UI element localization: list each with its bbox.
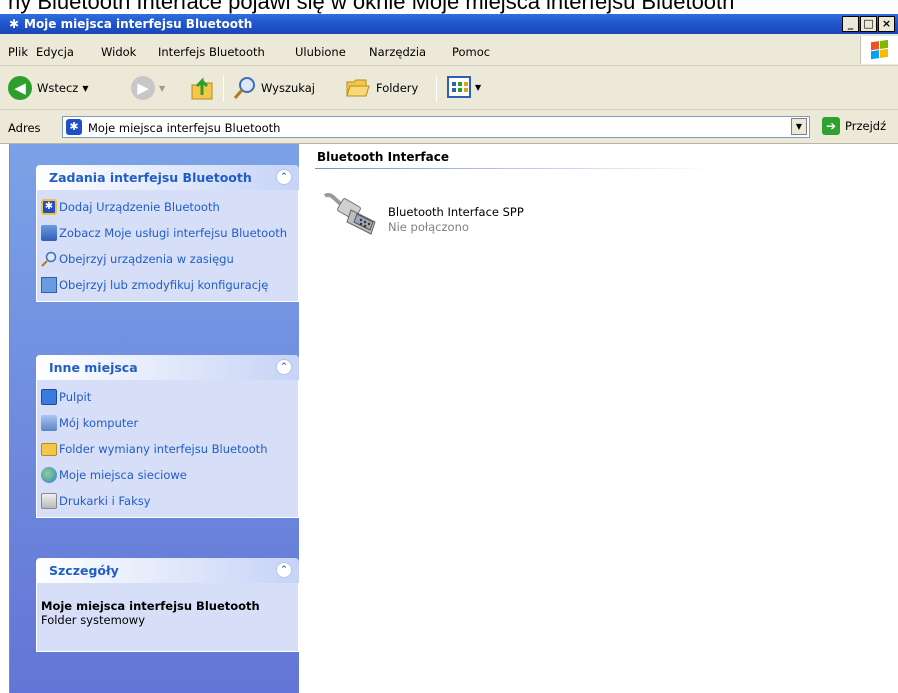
address-field[interactable]: ✱ Moje miejsca interfejsu Bluetooth bbox=[62, 116, 810, 138]
collapse-icon[interactable]: ⌃ bbox=[276, 562, 292, 578]
modify-configuration-link[interactable]: Obejrzyj lub zmodyfikuj konfigurację bbox=[41, 277, 298, 293]
menu-help[interactable]: Pomoc bbox=[452, 45, 490, 59]
task-pane: Zadania interfejsu Bluetooth ⌃ ✱ Dodaj U… bbox=[10, 144, 299, 693]
up-folder-icon bbox=[191, 77, 213, 100]
top-caption: ny Bluetooth Interface pojawi się w okni… bbox=[8, 0, 735, 14]
tasks-panel-header[interactable]: Zadania interfejsu Bluetooth ⌃ bbox=[36, 165, 299, 190]
other-places-body: Pulpit Mój komputer Folder wymiany inter… bbox=[36, 380, 299, 518]
tasks-panel: Zadania interfejsu Bluetooth ⌃ ✱ Dodaj U… bbox=[36, 165, 299, 302]
computer-icon bbox=[41, 415, 57, 431]
go-label: Przejdź bbox=[845, 119, 887, 133]
details-name: Moje miejsca interfejsu Bluetooth bbox=[41, 599, 260, 613]
menu-favorites[interactable]: Ulubione bbox=[295, 45, 346, 59]
close-button[interactable]: × bbox=[878, 16, 895, 32]
collapse-icon[interactable]: ⌃ bbox=[276, 359, 292, 375]
search-icon bbox=[41, 251, 57, 267]
serial-cable-icon bbox=[323, 193, 376, 235]
views-button[interactable]: ▼ bbox=[447, 76, 481, 98]
search-label: Wyszukaj bbox=[261, 81, 315, 95]
forward-button[interactable]: ▶ ▼ bbox=[131, 76, 165, 100]
address-label: Adres bbox=[8, 121, 41, 135]
up-folder-button[interactable] bbox=[190, 75, 214, 101]
bluetooth-icon: ✱ bbox=[9, 17, 20, 31]
add-device-link[interactable]: ✱ Dodaj Urządzenie Bluetooth bbox=[41, 199, 298, 215]
address-bar: Adres ✱ Moje miejsca interfejsu Bluetoot… bbox=[0, 110, 898, 144]
top-caption-strip: ny Bluetooth Interface pojawi się w okni… bbox=[0, 0, 898, 14]
network-globe-icon bbox=[41, 467, 57, 483]
details-body: Moje miejsca interfejsu Bluetooth Folder… bbox=[36, 583, 299, 652]
menu-file[interactable]: Plik bbox=[8, 45, 28, 59]
windows-logo bbox=[860, 36, 898, 64]
search-button[interactable]: Wyszukaj bbox=[233, 76, 315, 100]
computer-services-icon bbox=[41, 225, 57, 241]
devices-in-range-link[interactable]: Obejrzyj urządzenia w zasięgu bbox=[41, 251, 298, 267]
other-places-panel: Inne miejsca ⌃ Pulpit Mój komputer Folde… bbox=[36, 355, 299, 518]
details-panel: Szczegóły ⌃ Moje miejsca interfejsu Blue… bbox=[36, 558, 299, 652]
folder-icon bbox=[41, 443, 57, 456]
search-icon bbox=[233, 77, 255, 99]
standard-toolbar: ◀ Wstecz ▼ ▶ ▼ Wyszukaj Foldery ▼ bbox=[0, 66, 898, 110]
back-arrow-icon: ◀ bbox=[8, 76, 32, 100]
group-divider bbox=[315, 168, 715, 169]
details-type: Folder systemowy bbox=[41, 613, 146, 627]
menu-bluetooth[interactable]: Interfejs Bluetooth bbox=[158, 45, 265, 59]
folders-icon bbox=[346, 79, 370, 97]
configuration-icon bbox=[41, 277, 57, 293]
device-name: Bluetooth Interface SPP bbox=[388, 205, 524, 219]
tasks-panel-title: Zadania interfejsu Bluetooth bbox=[49, 170, 252, 185]
forward-arrow-icon: ▶ bbox=[131, 76, 155, 100]
views-icon bbox=[447, 76, 471, 98]
chevron-down-icon: ▼ bbox=[82, 83, 89, 93]
windows-flag-icon bbox=[871, 39, 889, 61]
printers-faxes-link[interactable]: Drukarki i Faksy bbox=[41, 493, 298, 509]
network-places-link[interactable]: Moje miejsca sieciowe bbox=[41, 467, 298, 483]
window-left-edge bbox=[0, 144, 10, 693]
bluetooth-add-icon: ✱ bbox=[41, 199, 57, 215]
minimize-button[interactable]: _ bbox=[842, 16, 859, 32]
printer-icon bbox=[41, 493, 57, 509]
address-dropdown-button[interactable]: ▼ bbox=[791, 118, 807, 135]
back-label: Wstecz bbox=[37, 81, 79, 95]
desktop-icon bbox=[41, 389, 57, 405]
my-services-link[interactable]: Zobacz Moje usługi interfejsu Bluetooth bbox=[41, 225, 298, 241]
other-places-header[interactable]: Inne miejsca ⌃ bbox=[36, 355, 299, 380]
menu-tools[interactable]: Narzędzia bbox=[369, 45, 426, 59]
maximize-button[interactable]: □ bbox=[860, 16, 877, 32]
device-item[interactable]: Bluetooth Interface SPP Nie połączono bbox=[321, 188, 651, 244]
window-controls: _ □ × bbox=[842, 16, 895, 32]
my-computer-link[interactable]: Mój komputer bbox=[41, 415, 298, 431]
other-places-title: Inne miejsca bbox=[49, 360, 138, 375]
details-header[interactable]: Szczegóły ⌃ bbox=[36, 558, 299, 583]
menu-edit[interactable]: Edycja bbox=[36, 45, 74, 59]
window-title: Moje miejsca interfejsu Bluetooth bbox=[24, 17, 253, 31]
tasks-panel-body: ✱ Dodaj Urządzenie Bluetooth Zobacz Moje… bbox=[36, 190, 299, 302]
window-title-bar[interactable]: ✱ Moje miejsca interfejsu Bluetooth _ □ … bbox=[0, 14, 898, 34]
go-button[interactable]: ➔ Przejdź bbox=[822, 117, 886, 135]
address-value: Moje miejsca interfejsu Bluetooth bbox=[88, 121, 281, 135]
group-header: Bluetooth Interface bbox=[317, 150, 449, 164]
folders-label: Foldery bbox=[376, 81, 419, 95]
back-button[interactable]: ◀ Wstecz ▼ bbox=[8, 76, 88, 100]
desktop-link[interactable]: Pulpit bbox=[41, 389, 298, 405]
menu-bar: Plik Edycja Widok Interfejs Bluetooth Ul… bbox=[0, 34, 898, 66]
device-status: Nie połączono bbox=[388, 220, 469, 234]
go-arrow-icon: ➔ bbox=[822, 117, 840, 135]
chevron-down-icon: ▼ bbox=[159, 83, 166, 93]
menu-view[interactable]: Widok bbox=[101, 45, 136, 59]
content-area: Bluetooth Interface Bluetooth Interface … bbox=[299, 144, 898, 693]
bluetooth-icon: ✱ bbox=[66, 119, 82, 135]
details-title: Szczegóły bbox=[49, 563, 119, 578]
chevron-down-icon: ▼ bbox=[475, 82, 482, 92]
folders-button[interactable]: Foldery bbox=[346, 76, 418, 100]
collapse-icon[interactable]: ⌃ bbox=[276, 169, 292, 185]
exchange-folder-link[interactable]: Folder wymiany interfejsu Bluetooth bbox=[41, 441, 298, 457]
